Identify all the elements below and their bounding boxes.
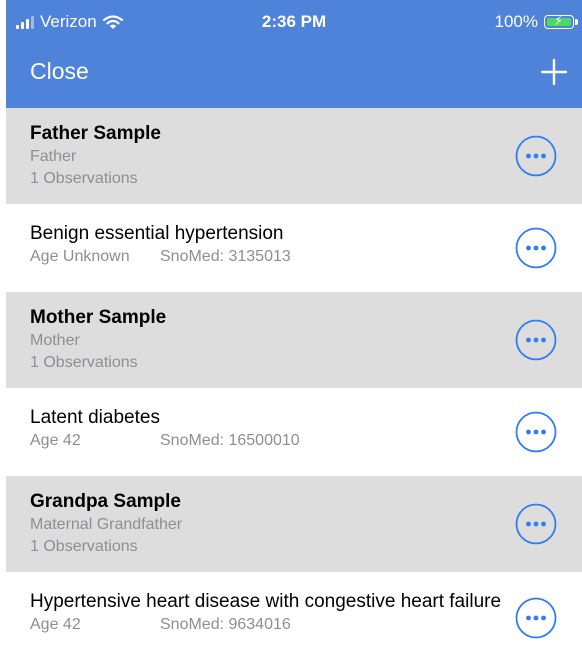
member-name: Mother Sample <box>30 307 167 328</box>
member-relation: Maternal Grandfather <box>30 516 183 533</box>
condition-age: Age 42 <box>30 616 81 633</box>
battery-icon: ⚡ <box>544 14 578 29</box>
snomed-code: SnoMed: 3135013 <box>160 248 291 265</box>
observation-count: 1 Observations <box>30 170 138 187</box>
more-options-icon[interactable] <box>515 135 557 177</box>
condition-age: Age 42 <box>30 432 81 449</box>
condition-meta: Age Unknown SnoMed: 3135013 <box>30 246 582 268</box>
condition-name: Hypertensive heart disease with congesti… <box>30 591 502 612</box>
member-name: Grandpa Sample <box>30 491 181 512</box>
condition-row[interactable]: Benign essential hypertension Age Unknow… <box>6 204 582 292</box>
app-screen: Verizon 2:36 PM 100% ⚡ Close Father Samp… <box>0 0 582 661</box>
condition-name: Benign essential hypertension <box>30 223 284 244</box>
family-member-row[interactable]: Father Sample Father 1 Observations <box>6 108 582 204</box>
condition-meta: Age 42 SnoMed: 16500010 <box>30 430 582 452</box>
snomed-code: SnoMed: 9634016 <box>160 616 291 633</box>
more-options-icon[interactable] <box>515 227 557 269</box>
navigation-bar: Close <box>6 46 582 108</box>
family-history-list: Father Sample Father 1 Observations Beni… <box>6 108 582 661</box>
snomed-code: SnoMed: 16500010 <box>160 432 300 449</box>
member-relation: Mother <box>30 332 80 349</box>
battery-percent: 100% <box>494 12 538 31</box>
more-options-icon[interactable] <box>515 411 557 453</box>
condition-name: Latent diabetes <box>30 407 160 428</box>
condition-row[interactable]: Hypertensive heart disease with congesti… <box>6 572 582 661</box>
family-member-row[interactable]: Mother Sample Mother 1 Observations <box>6 292 582 388</box>
condition-row[interactable]: Latent diabetes Age 42 SnoMed: 16500010 <box>6 388 582 476</box>
top-bar: Verizon 2:36 PM 100% ⚡ Close <box>6 0 582 108</box>
more-options-icon[interactable] <box>515 319 557 361</box>
more-options-icon[interactable] <box>515 503 557 545</box>
plus-icon[interactable] <box>534 52 574 92</box>
more-options-icon[interactable] <box>515 597 557 639</box>
condition-age: Age Unknown <box>30 248 130 265</box>
condition-meta: Age 42 SnoMed: 9634016 <box>30 614 582 636</box>
member-relation: Father <box>30 148 77 165</box>
status-bar: Verizon 2:36 PM 100% ⚡ <box>6 0 582 46</box>
observation-count: 1 Observations <box>30 354 138 371</box>
battery-group: 100% ⚡ <box>494 12 578 32</box>
observation-count: 1 Observations <box>30 538 138 555</box>
member-name: Father Sample <box>30 123 161 144</box>
family-member-row[interactable]: Grandpa Sample Maternal Grandfather 1 Ob… <box>6 476 582 572</box>
close-button[interactable]: Close <box>30 58 89 85</box>
